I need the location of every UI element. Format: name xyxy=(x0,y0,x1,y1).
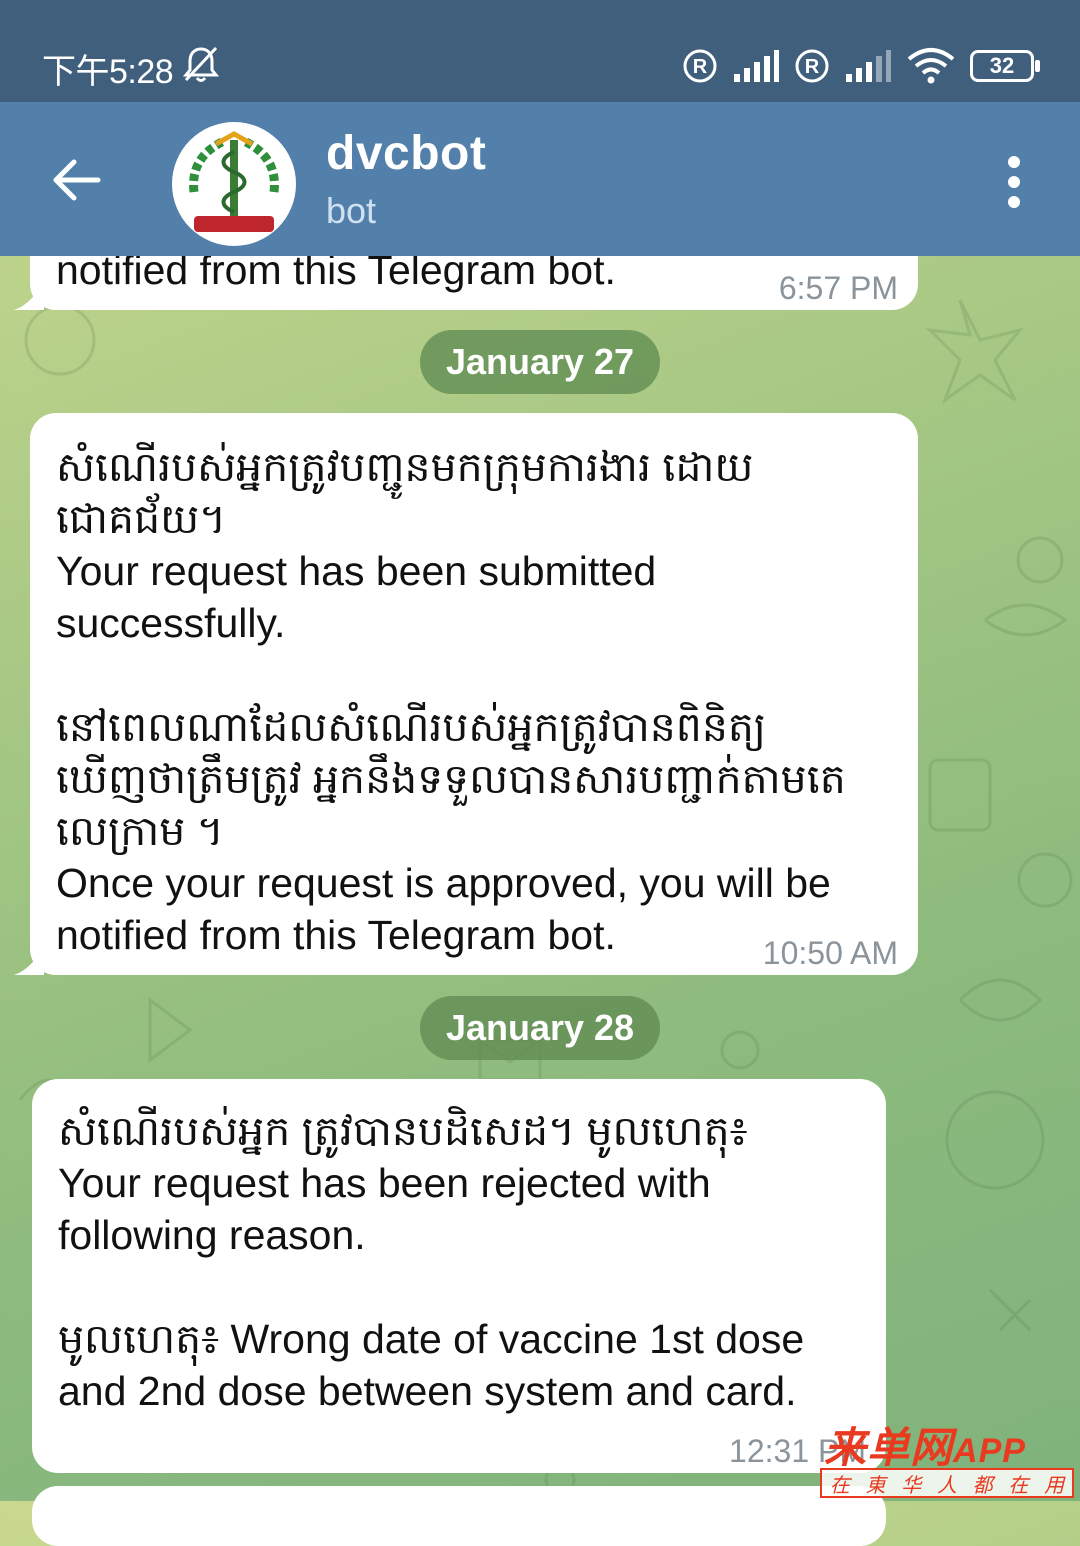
date-separator: January 28 xyxy=(420,996,660,1060)
more-vertical-icon[interactable] xyxy=(1000,154,1028,210)
watermark-char: 都 xyxy=(972,1474,993,1497)
watermark-char: 人 xyxy=(936,1474,957,1497)
watermark-app: APP xyxy=(953,1432,1026,1470)
message-line: នៅពេលណាដែលសំណើរបស់អ្នកត្រូវបានពិនិត្យ xyxy=(56,704,767,750)
watermark-char: 在 xyxy=(1008,1474,1029,1497)
watermark: 来单网APP 在 東 华 人 都 在 用 xyxy=(818,1414,1080,1501)
watermark-char: 华 xyxy=(901,1474,922,1497)
wifi-icon xyxy=(907,48,955,84)
message-bubble[interactable] xyxy=(32,1486,886,1546)
watermark-logo: 来单网APP xyxy=(824,1414,1026,1475)
message-time: 6:57 PM xyxy=(778,270,898,306)
chat-title[interactable]: dvcbot xyxy=(326,126,486,181)
message-line: ជោគជ័យ។ xyxy=(56,496,227,542)
signal-icon xyxy=(734,50,779,82)
date-separator: January 27 xyxy=(420,330,660,394)
chat-header: dvcbot bot xyxy=(0,102,1080,256)
message-line: and 2nd dose between system and card. xyxy=(58,1368,797,1414)
svg-text:R: R xyxy=(693,56,708,78)
message-line: following reason. xyxy=(58,1212,366,1258)
message-line: មូលហេតុ៖ Wrong date of vaccine 1st dose xyxy=(58,1316,805,1362)
status-time: 下午5:28 xyxy=(42,53,174,91)
watermark-title: 来单网 xyxy=(824,1424,954,1471)
registered-icon: R xyxy=(683,49,717,83)
watermark-char: 在 xyxy=(829,1474,850,1497)
signal-icon xyxy=(846,50,891,82)
arrow-left-icon[interactable] xyxy=(48,152,104,208)
battery-level: 32 xyxy=(989,53,1015,78)
ministry-logo-icon xyxy=(178,128,290,240)
avatar[interactable] xyxy=(172,122,296,246)
message-bubble[interactable]: សំណើរបស់អ្នក ត្រូវបានបដិសេដ។ មូលហេតុ៖ Yo… xyxy=(32,1079,886,1473)
bell-off-icon xyxy=(182,46,220,82)
registered-icon: R xyxy=(795,49,829,83)
watermark-tagline: 在 東 华 人 都 在 用 xyxy=(820,1468,1074,1498)
status-icons: R R 32 xyxy=(682,44,1040,88)
watermark-char: 東 xyxy=(865,1474,886,1497)
message-line: ឃើញថាត្រឹមត្រូវ អ្នកនឹងទទួលបានសារបញ្ជាក់… xyxy=(56,756,846,802)
message-line: សំណើរបស់អ្នក ត្រូវបានបដិសេដ។ មូលហេតុ៖ xyxy=(58,1108,748,1154)
message-time: 10:50 AM xyxy=(762,935,898,971)
message-line: successfully. xyxy=(56,600,286,646)
message-line: Your request has been rejected with xyxy=(58,1160,711,1206)
message-bubble[interactable]: សំណើរបស់អ្នកត្រូវបញ្ជូនមកក្រុមការងារ ដោយ… xyxy=(30,413,918,975)
status-bar: 下午5:28 R R 32 xyxy=(0,0,1080,102)
svg-text:R: R xyxy=(805,56,820,78)
watermark-char: 用 xyxy=(1044,1474,1065,1497)
message-line: សំណើរបស់អ្នកត្រូវបញ្ជូនមកក្រុមការងារ ដោយ xyxy=(56,444,754,490)
battery-icon: 32 xyxy=(970,50,1040,82)
message-line: Once your request is approved, you will … xyxy=(56,860,831,906)
message-line: លេក្រាម ។ xyxy=(56,808,224,854)
message-line: Your request has been submitted xyxy=(56,548,657,594)
chat-subtitle: bot xyxy=(326,190,377,231)
